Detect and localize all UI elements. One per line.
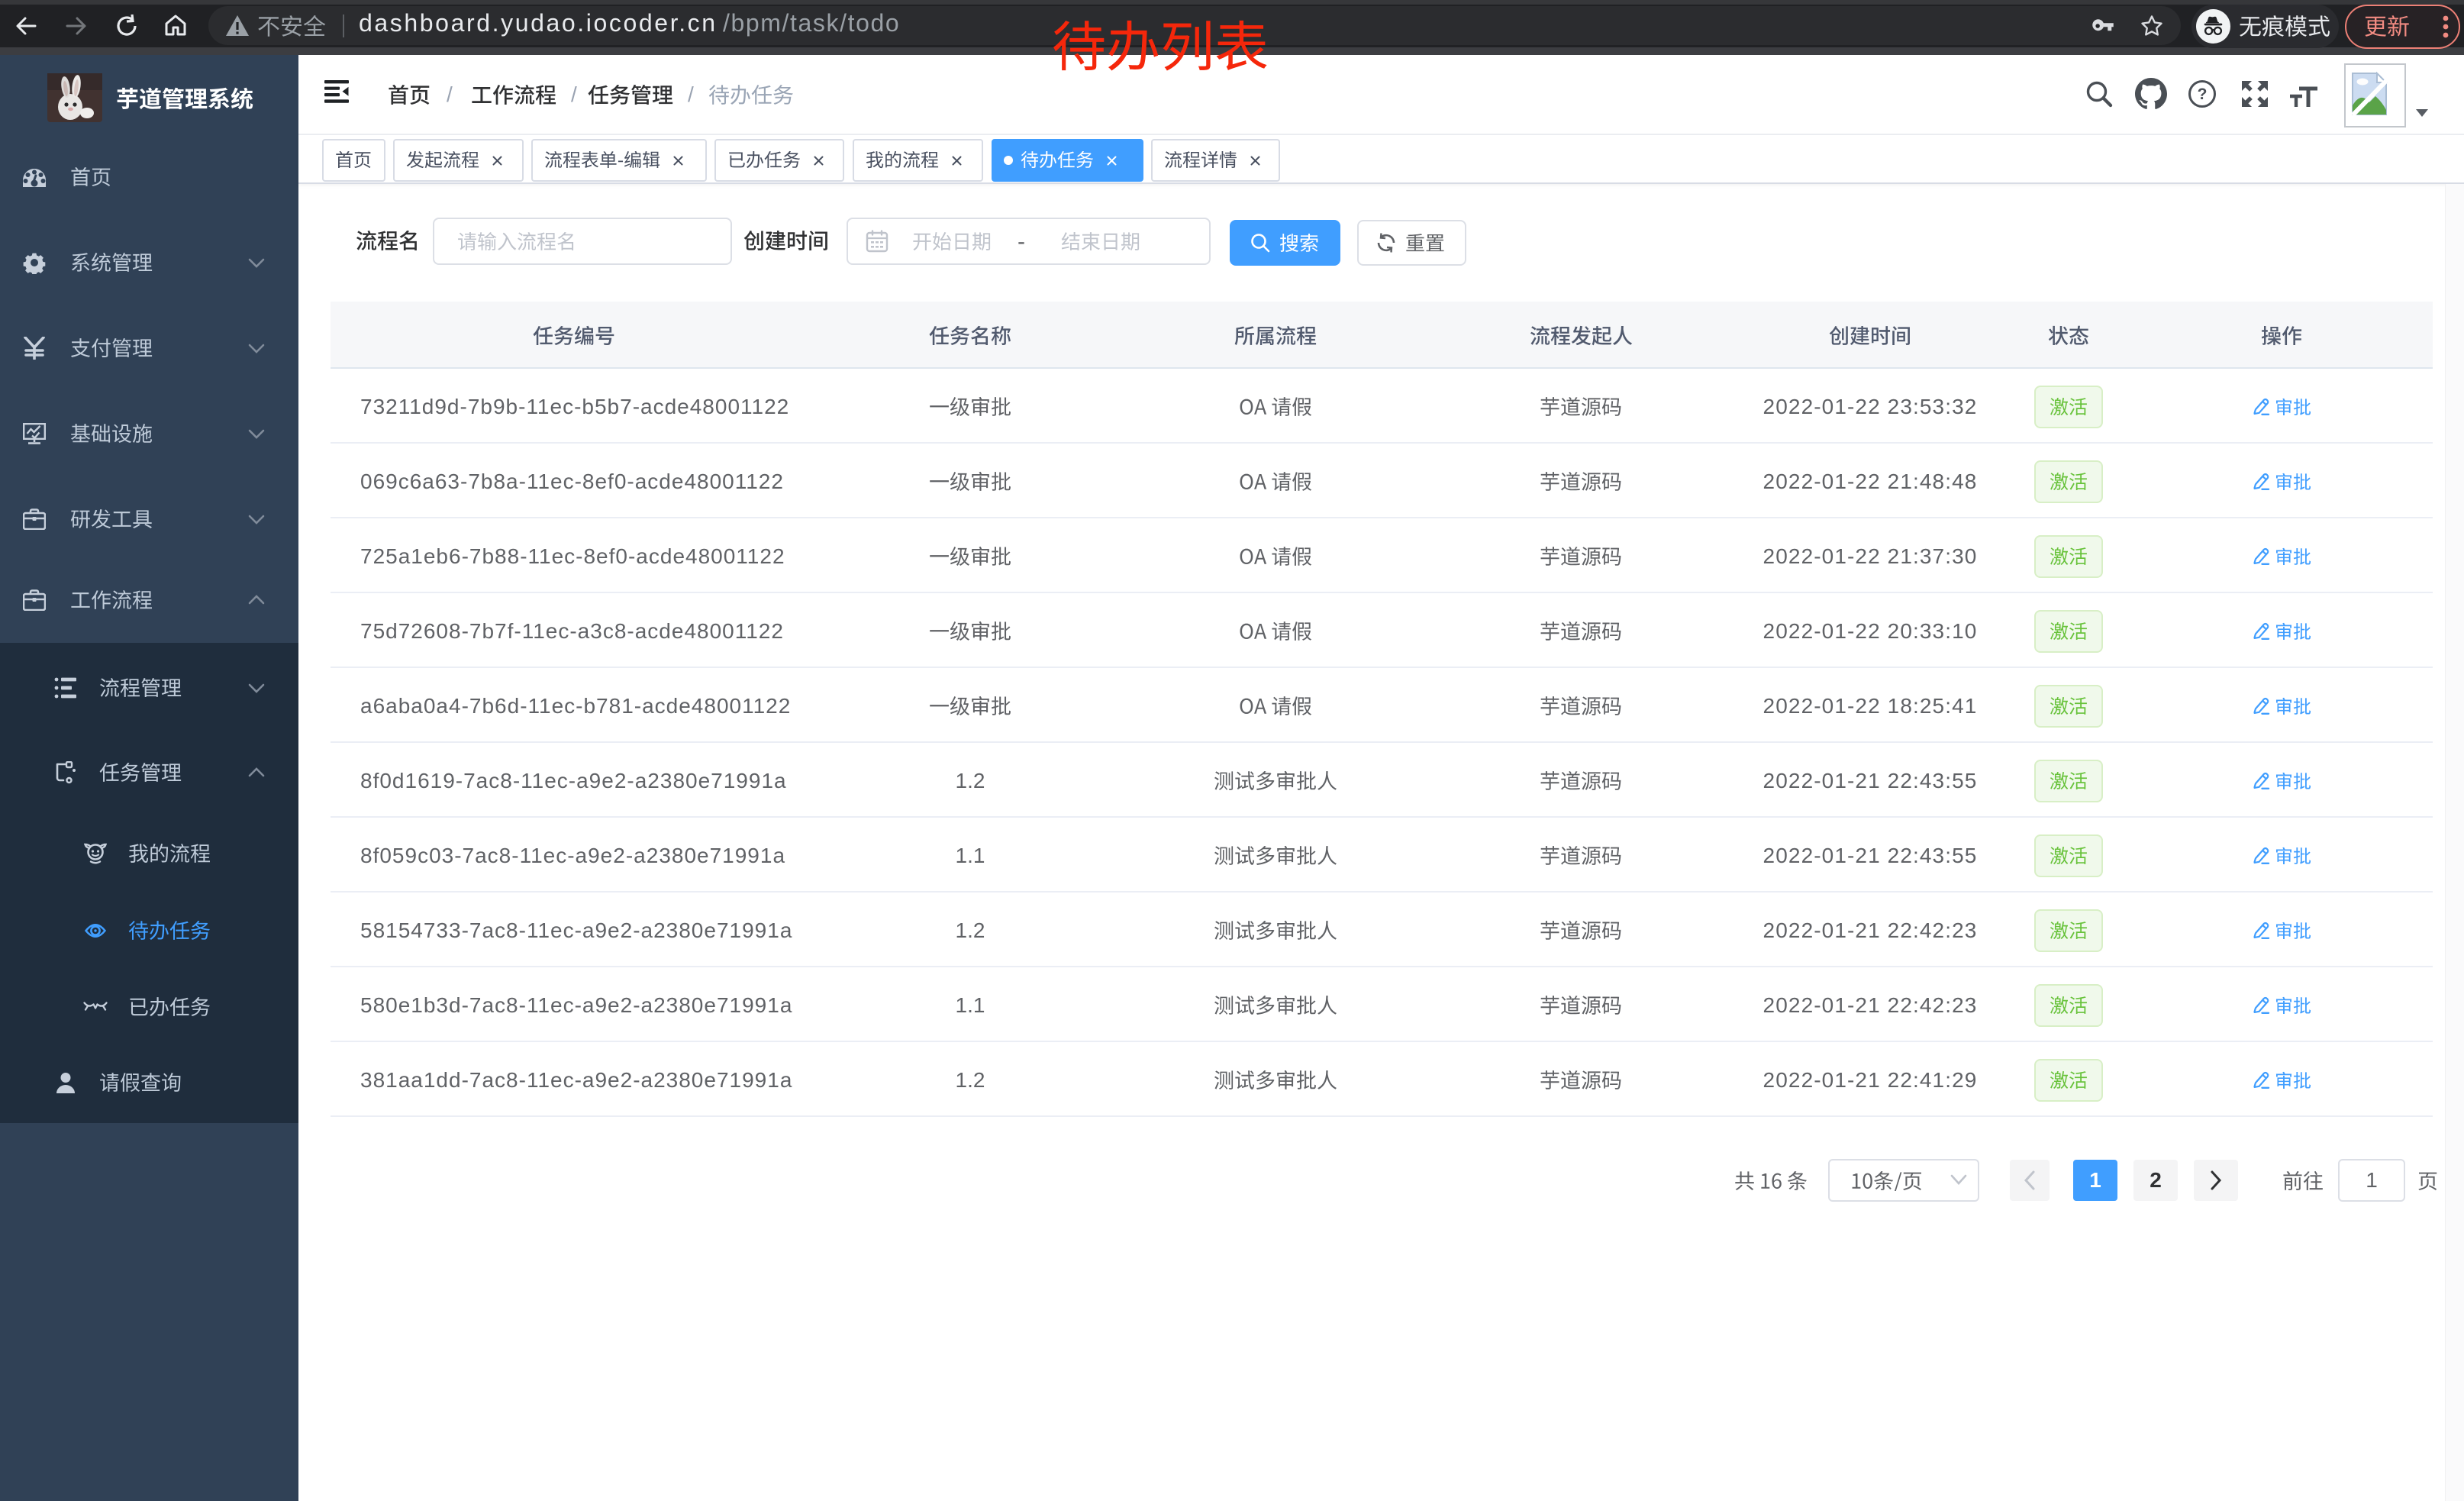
svg-text:?: ? xyxy=(2198,86,2208,103)
